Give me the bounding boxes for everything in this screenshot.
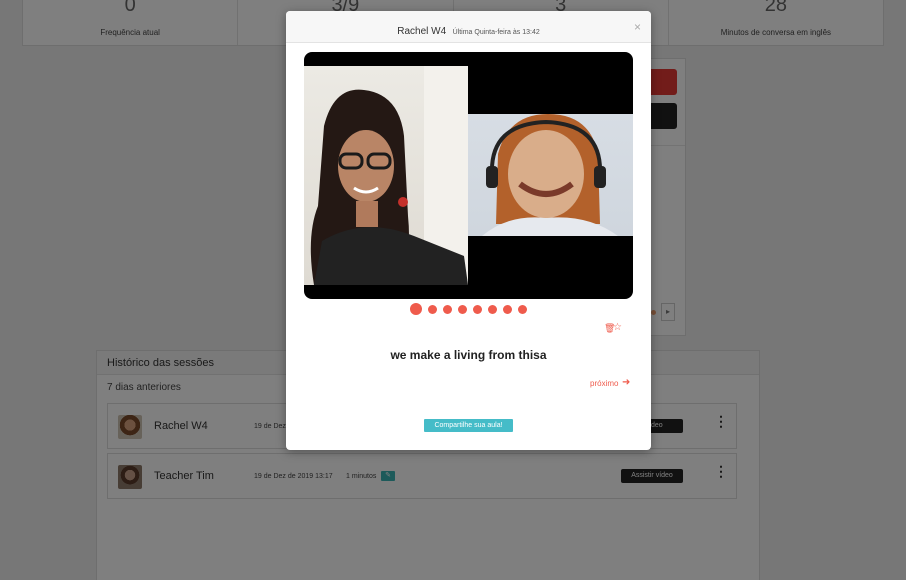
close-icon[interactable]: × [634,20,641,34]
slide-dot[interactable] [518,304,527,314]
slide-dot[interactable] [443,304,452,314]
modal-timestamp: Última Quinta-feira às 13:42 [452,29,540,36]
star-icon[interactable]: ☆ [613,322,622,333]
teacher-video-feed [468,114,633,236]
next-link[interactable]: próximo [590,379,618,388]
slide-dot[interactable] [428,304,437,314]
student-video-feed [304,66,468,285]
slide-dot[interactable] [473,304,482,314]
slide-indicator [410,303,527,315]
share-lesson-button[interactable]: Compartilhe sua aula! [424,419,513,432]
slide-dot[interactable] [503,304,512,314]
slide-dot[interactable] [458,304,467,314]
phrase-text: we make a living from thisa [390,348,547,362]
slide-dot[interactable] [410,303,422,315]
lesson-modal: Rachel W4 Última Quinta-feira às 13:42 × [286,11,651,450]
modal-teacher-name: Rachel W4 [397,26,447,37]
slide-dot[interactable] [488,304,497,314]
video-player[interactable] [304,52,633,299]
arrow-right-icon[interactable]: ➜ [622,377,630,388]
modal-header: Rachel W4 Última Quinta-feira às 13:42 [286,11,651,43]
